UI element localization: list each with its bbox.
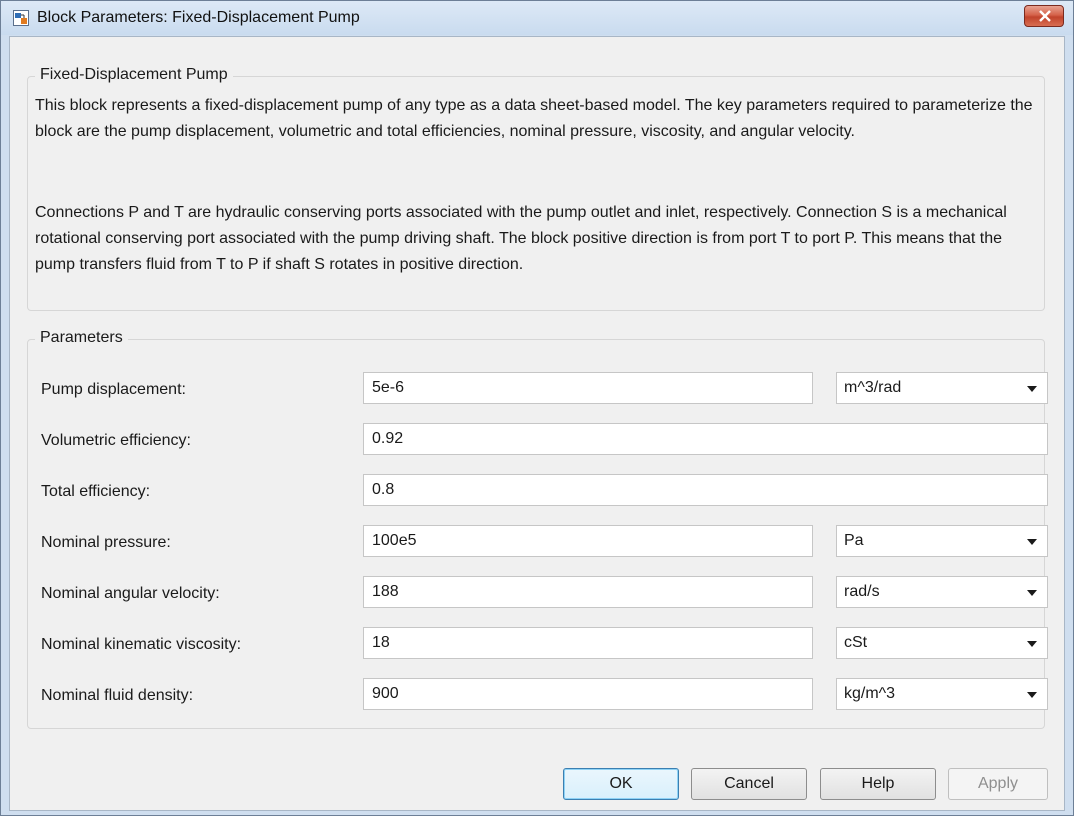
cancel-button[interactable]: Cancel [691,768,807,800]
chevron-down-icon [1027,590,1037,596]
total-efficiency-input[interactable] [363,474,1048,506]
nominal-kinematic-viscosity-unit-value: cSt [844,634,868,651]
nominal-pressure-label: Nominal pressure: [41,534,171,551]
description-paragraph-1: This block represents a fixed-displaceme… [35,97,1033,140]
nominal-kinematic-viscosity-unit-dropdown[interactable]: cSt [836,627,1048,659]
simulink-block-icon [13,10,29,26]
pump-displacement-unit-value: m^3/rad [844,379,902,396]
nominal-angular-velocity-unit-value: rad/s [844,583,880,600]
description-group-title: Fixed-Displacement Pump [35,66,233,84]
chevron-down-icon [1027,692,1037,698]
nominal-fluid-density-unit-value: kg/m^3 [844,685,896,702]
close-icon [1039,10,1051,22]
nominal-angular-velocity-input[interactable] [363,576,813,608]
volumetric-efficiency-input[interactable] [363,423,1048,455]
pump-displacement-input[interactable] [363,372,813,404]
help-button[interactable]: Help [820,768,936,800]
nominal-angular-velocity-label: Nominal angular velocity: [41,585,220,602]
nominal-kinematic-viscosity-label: Nominal kinematic viscosity: [41,636,242,653]
nominal-angular-velocity-unit-dropdown[interactable]: rad/s [836,576,1048,608]
chevron-down-icon [1027,641,1037,647]
close-button[interactable] [1024,5,1064,27]
title-bar[interactable]: Block Parameters: Fixed-Displacement Pum… [1,1,1073,35]
dialog-window: Block Parameters: Fixed-Displacement Pum… [0,0,1074,816]
nominal-pressure-input[interactable] [363,525,813,557]
nominal-pressure-unit-dropdown[interactable]: Pa [836,525,1048,557]
chevron-down-icon [1027,386,1037,392]
pump-displacement-unit-dropdown[interactable]: m^3/rad [836,372,1048,404]
nominal-pressure-unit-value: Pa [844,532,864,549]
ok-button[interactable]: OK [563,768,679,800]
parameters-group-title: Parameters [35,329,128,347]
nominal-fluid-density-input[interactable] [363,678,813,710]
dialog-client-area: Fixed-Displacement Pump This block repre… [9,36,1065,811]
chevron-down-icon [1027,539,1037,545]
window-title: Block Parameters: Fixed-Displacement Pum… [37,9,360,26]
volumetric-efficiency-label: Volumetric efficiency: [41,432,191,449]
nominal-kinematic-viscosity-input[interactable] [363,627,813,659]
apply-button[interactable]: Apply [948,768,1048,800]
description-paragraph-2: Connections P and T are hydraulic conser… [35,204,1007,273]
pump-displacement-label: Pump displacement: [41,381,186,398]
nominal-fluid-density-label: Nominal fluid density: [41,687,194,704]
total-efficiency-label: Total efficiency: [41,483,151,500]
nominal-fluid-density-unit-dropdown[interactable]: kg/m^3 [836,678,1048,710]
